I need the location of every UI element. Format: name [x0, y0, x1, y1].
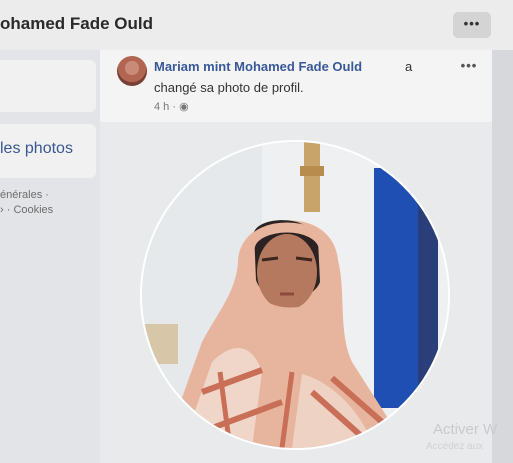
page-title[interactable]: ohamed Fade Ould	[0, 14, 153, 34]
right-edge	[492, 50, 513, 463]
footer-links: énérales · › · Cookies	[0, 188, 96, 218]
avatar[interactable]	[117, 56, 147, 86]
header-more-button[interactable]: •••	[453, 12, 491, 38]
sidebar-card	[0, 60, 96, 112]
profile-portrait-image	[142, 142, 448, 448]
post-author-link[interactable]: Mariam mint Mohamed Fade Ould	[154, 59, 362, 74]
post-action-text: a	[405, 59, 413, 74]
post-timestamp[interactable]: 4 h · ◉	[154, 100, 189, 113]
footer-link-general[interactable]: énérales ·	[0, 188, 96, 203]
page-header: ohamed Fade Ould •••	[0, 0, 513, 51]
footer-link-cookies[interactable]: › · Cookies	[0, 203, 96, 218]
activate-windows-subtext: Accédez aux	[426, 441, 484, 452]
post-action-text-cont: changé sa photo de profil.	[154, 80, 304, 95]
photos-link[interactable]: les photos	[0, 140, 73, 158]
post-more-button[interactable]: •••	[456, 58, 482, 76]
activate-windows-watermark: Activer W	[433, 421, 498, 438]
profile-photo[interactable]	[140, 140, 450, 450]
